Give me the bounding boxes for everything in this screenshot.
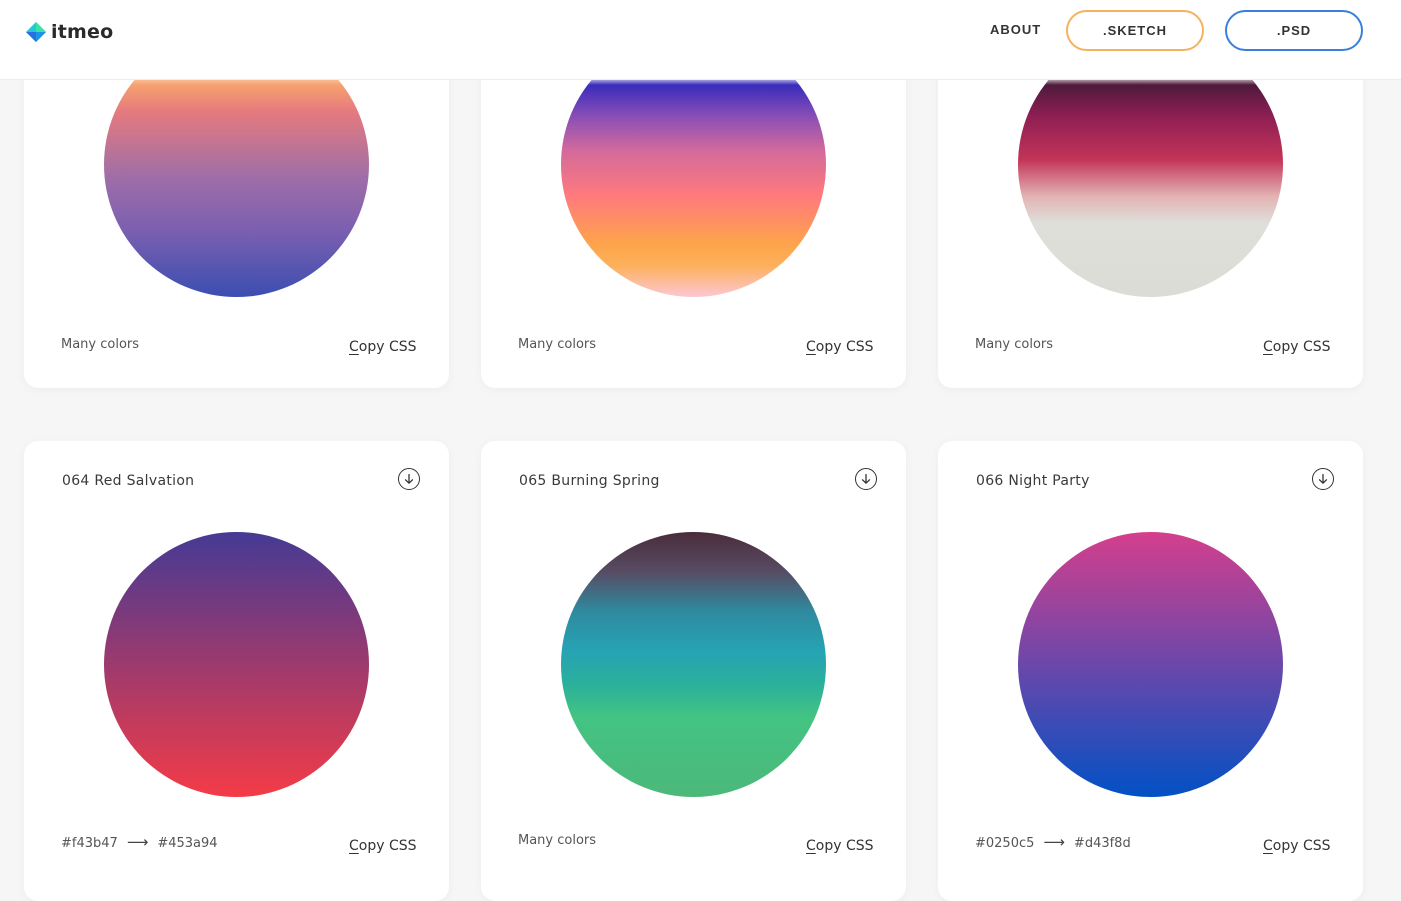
color-from: #f43b47	[61, 836, 118, 851]
card-description: Many colors	[518, 337, 597, 352]
logo[interactable]: itmeo	[26, 21, 113, 43]
copy-css-label-rest: opy CSS	[1272, 838, 1331, 854]
gradient-circle	[104, 532, 369, 797]
copy-css-label-first: C	[806, 838, 816, 854]
color-from: #0250c5	[975, 836, 1035, 851]
gradient-title: 066 Night Party	[976, 473, 1090, 489]
logo-diamond-icon	[26, 22, 46, 42]
copy-css-label-rest: opy CSS	[358, 339, 417, 355]
download-icon[interactable]	[855, 468, 877, 490]
copy-css-label-rest: opy CSS	[815, 339, 874, 355]
copy-css-label-first: C	[1263, 838, 1273, 854]
gradient-card: 065 Burning Spring Many colors Copy CSS	[481, 441, 906, 901]
logo-text: itmeo	[51, 21, 114, 43]
psd-download-button[interactable]: .PSD	[1225, 10, 1363, 51]
gradient-title: 064 Red Salvation	[62, 473, 195, 489]
copy-css-button[interactable]: Copy CSS	[806, 838, 874, 854]
download-icon[interactable]	[1312, 468, 1334, 490]
card-description: Many colors	[61, 337, 140, 352]
arrow-right-icon: ⟶	[126, 833, 149, 851]
gradient-circle	[561, 532, 826, 797]
copy-css-label-rest: opy CSS	[815, 838, 874, 854]
card-description: Many colors	[975, 337, 1054, 352]
color-to: #d43f8d	[1073, 836, 1131, 851]
sketch-download-button[interactable]: .SKETCH	[1066, 10, 1204, 51]
copy-css-button[interactable]: Copy CSS	[1263, 339, 1331, 355]
copy-css-button[interactable]: Copy CSS	[1263, 838, 1331, 854]
gradient-title: 065 Burning Spring	[519, 473, 660, 489]
card-description: Many colors	[518, 833, 597, 848]
site-header: itmeo ABOUT .SKETCH .PSD	[0, 0, 1401, 80]
gradient-card: 064 Red Salvation #f43b47 ⟶ #453a94 Copy C…	[24, 441, 449, 901]
copy-css-label-first: C	[806, 339, 816, 355]
copy-css-label-rest: opy CSS	[1272, 339, 1331, 355]
arrow-right-icon: ⟶	[1043, 833, 1065, 851]
copy-css-label-rest: opy CSS	[358, 838, 417, 854]
color-stops: #f43b47 ⟶ #453a94	[61, 833, 218, 851]
gradient-card: 066 Night Party #0250c5 ⟶ #d43f8d Copy CSS	[938, 441, 1363, 901]
copy-css-button[interactable]: Copy CSS	[349, 339, 417, 355]
nav-about-link[interactable]: ABOUT	[990, 22, 1041, 37]
copy-css-label-first: C	[349, 339, 359, 355]
download-icon[interactable]	[398, 468, 420, 490]
copy-css-label-first: C	[349, 838, 359, 854]
gradient-circle	[1018, 532, 1283, 797]
copy-css-label-first: C	[1263, 339, 1273, 355]
copy-css-button[interactable]: Copy CSS	[349, 838, 417, 854]
color-to: #453a94	[157, 836, 218, 851]
copy-css-button[interactable]: Copy CSS	[806, 339, 874, 355]
color-stops: #0250c5 ⟶ #d43f8d	[975, 833, 1131, 851]
